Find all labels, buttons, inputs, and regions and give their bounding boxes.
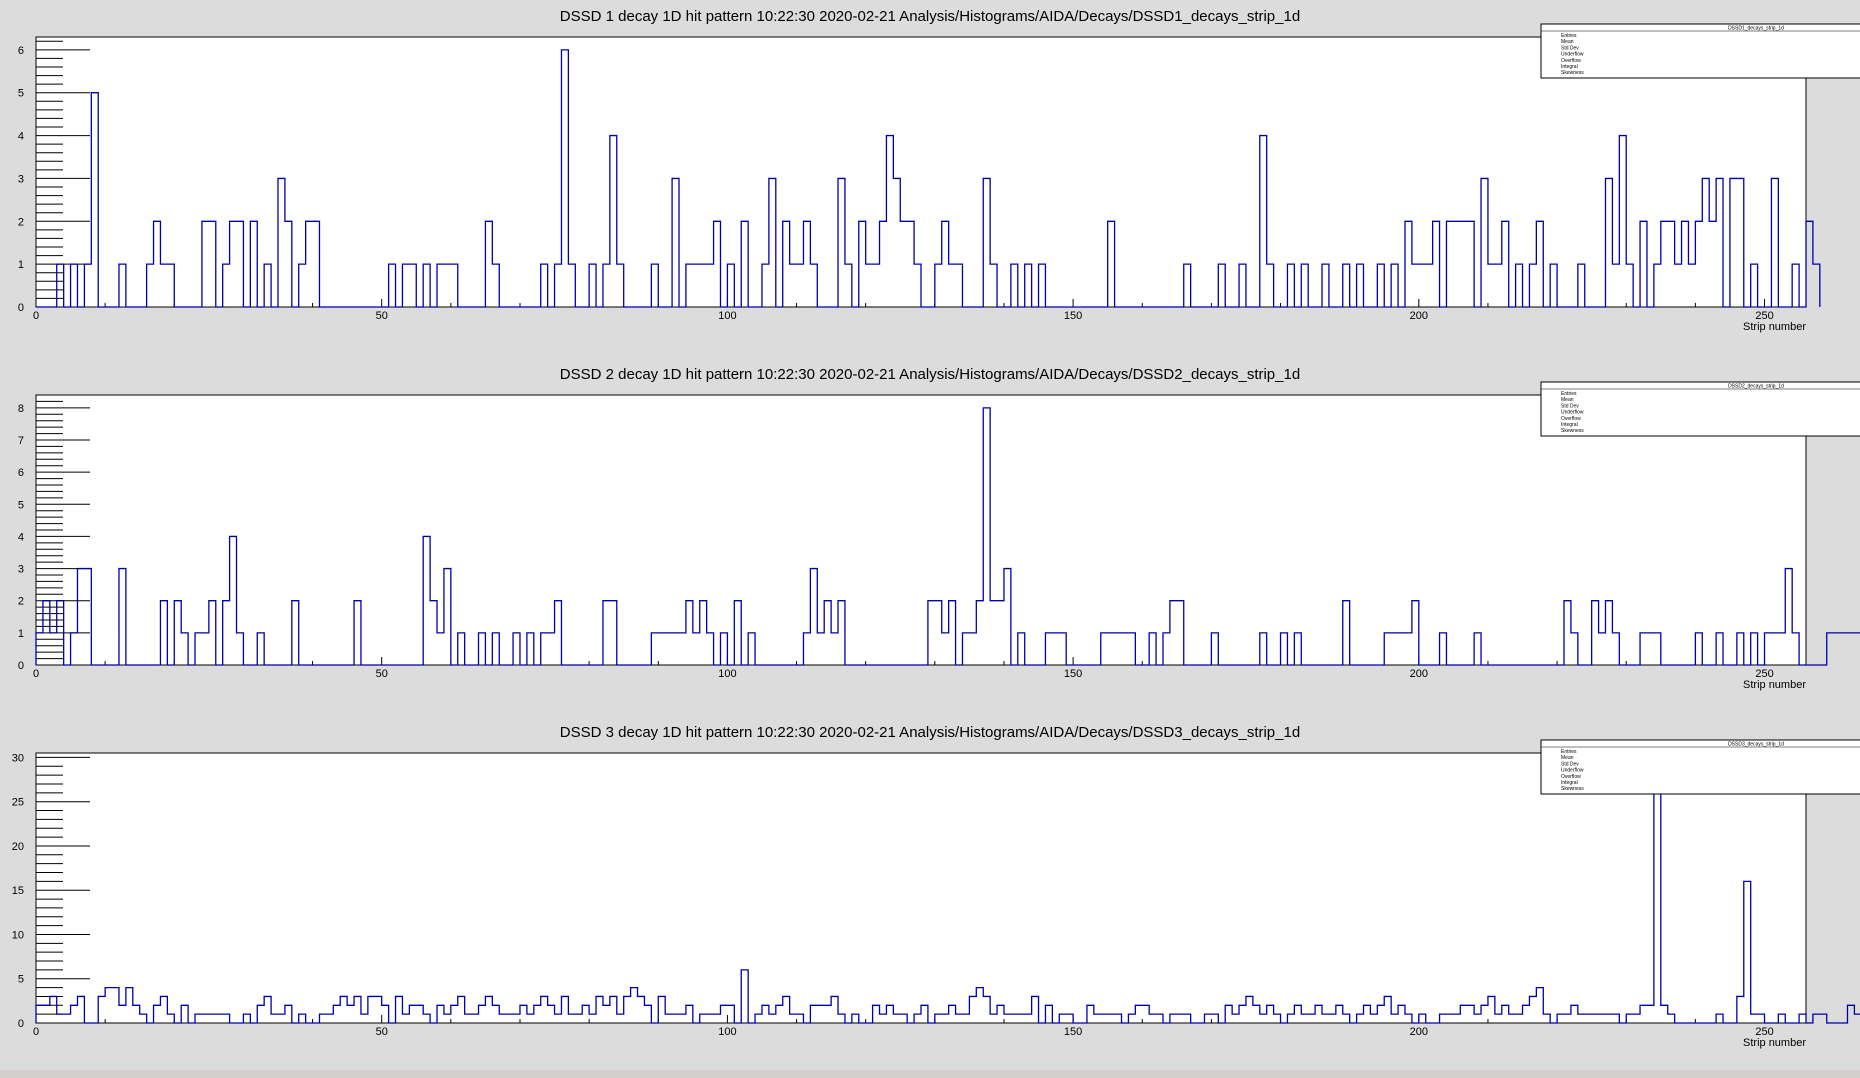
y-tick-label: 0 [18,302,24,314]
stats-box-label: Integral [1561,64,1578,70]
y-tick-label: 2 [18,216,24,228]
x-tick-label: 50 [376,668,388,680]
y-tick-label: 7 [18,435,24,447]
stats-box-label: Skewness [1561,70,1584,76]
x-tick-label: 200 [1410,310,1428,322]
y-tick-label: 5 [18,974,24,986]
stats-box-label: Overflow [1561,416,1581,422]
x-tick-label: 0 [33,310,39,322]
stats-box-label: Std Dev [1561,45,1579,51]
stats-box-label: Skewness [1561,428,1584,434]
y-tick-label: 0 [18,1018,24,1030]
stats-box-label: Integral [1561,780,1578,786]
stats-box-title: DSSD3_decays_strip_1d [1728,742,1784,748]
stats-box-label: Entries [1561,391,1577,397]
y-tick-label: 5 [18,88,24,100]
histogram-canvas: DSSD 1 decay 1D hit pattern 10:22:30 202… [12,8,1860,1049]
chart-title: DSSD 3 decay 1D hit pattern 10:22:30 202… [560,724,1300,741]
y-tick-label: 4 [18,531,24,543]
x-tick-label: 200 [1410,668,1428,680]
chart-title: DSSD 2 decay 1D hit pattern 10:22:30 202… [560,366,1300,383]
histogram-panel-2: DSSD 2 decay 1D hit pattern 10:22:30 202… [18,366,1860,691]
y-tick-label: 15 [12,885,24,897]
x-axis-label: Strip number [1743,1037,1806,1049]
stats-box-label: Entries [1561,33,1577,39]
stats-box-label: Underflow [1561,410,1584,416]
stats-box-label: Skewness [1561,786,1584,792]
y-tick-label: 8 [18,403,24,415]
stats-box-label: Mean [1561,39,1574,45]
chart-title: DSSD 1 decay 1D hit pattern 10:22:30 202… [560,8,1300,25]
x-tick-label: 50 [376,310,388,322]
stats-box-frame [1540,23,1860,79]
stats-box-label: Entries [1561,749,1577,755]
stats-box-label: Underflow [1561,768,1584,774]
y-tick-label: 20 [12,841,24,853]
x-axis-label: Strip number [1743,679,1806,691]
x-tick-label: 0 [33,1026,39,1038]
x-tick-label: 150 [1064,668,1082,680]
stats-box-label: Std Dev [1561,403,1579,409]
x-tick-label: 50 [376,1026,388,1038]
stats-box-frame [1540,381,1860,437]
y-tick-label: 6 [18,45,24,57]
stats-box-title: DSSD2_decays_strip_1d [1728,384,1784,390]
stats-box-label: Mean [1561,397,1574,403]
stats-box-label: Mean [1561,755,1574,761]
x-axis-label: Strip number [1743,321,1806,333]
x-tick-label: 200 [1410,1026,1428,1038]
y-tick-label: 30 [12,752,24,764]
stats-box-label: Integral [1561,422,1578,428]
stats-box-label: Overflow [1561,58,1581,64]
y-tick-label: 0 [18,660,24,672]
y-tick-label: 1 [18,628,24,640]
y-tick-label: 10 [12,929,24,941]
stats-box-title: DSSD1_decays_strip_1d [1728,26,1784,32]
stats-box-label: Overflow [1561,774,1581,780]
y-tick-label: 1 [18,259,24,271]
stats-box: DSSD3_decays_strip_1d EntriesMeanStd DevU… [1540,739,1860,795]
y-tick-label: 4 [18,131,24,143]
y-tick-label: 3 [18,173,24,185]
stats-box-label: Std Dev [1561,761,1579,767]
stats-box-label: Underflow [1561,52,1584,58]
histogram-panel-1: DSSD 1 decay 1D hit pattern 10:22:30 202… [18,8,1860,333]
histogram-panel-3: DSSD 3 decay 1D hit pattern 10:22:30 202… [12,724,1860,1049]
stats-box: DSSD1_decays_strip_1d EntriesMeanStd DevU… [1540,23,1860,79]
x-tick-label: 100 [718,668,736,680]
y-tick-label: 5 [18,499,24,511]
x-tick-label: 100 [718,310,736,322]
x-tick-label: 100 [718,1026,736,1038]
x-tick-label: 150 [1064,1026,1082,1038]
window-bottom-strip [0,1070,1860,1078]
x-tick-label: 0 [33,668,39,680]
stats-box: DSSD2_decays_strip_1d EntriesMeanStd DevU… [1540,381,1860,437]
y-tick-label: 6 [18,467,24,479]
y-tick-label: 25 [12,797,24,809]
x-tick-label: 150 [1064,310,1082,322]
y-tick-label: 2 [18,596,24,608]
y-tick-label: 3 [18,564,24,576]
stats-box-frame [1540,739,1860,795]
